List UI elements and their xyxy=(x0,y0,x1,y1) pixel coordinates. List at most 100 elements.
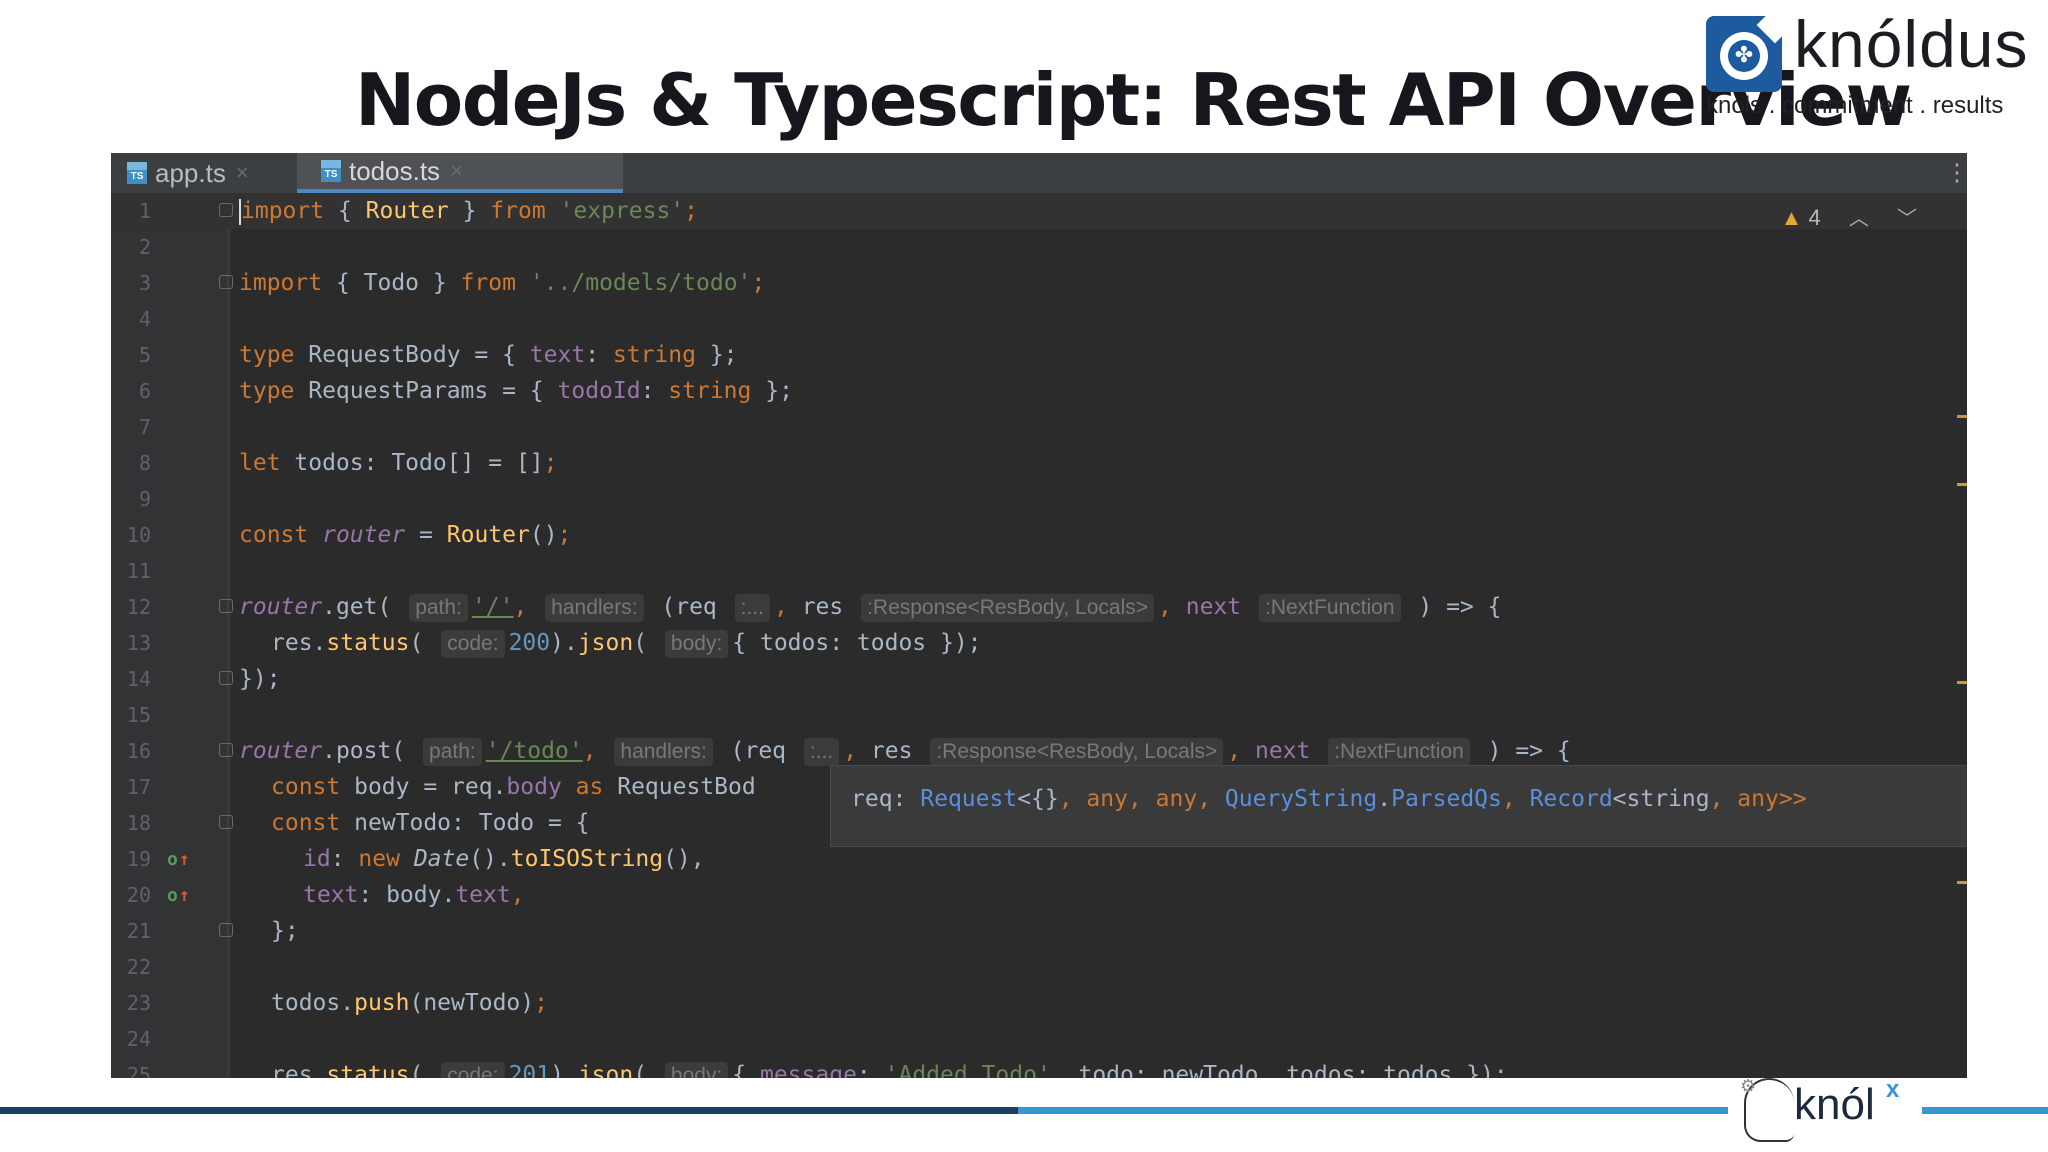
knoldus-logo: ✤ knóldus knols . commitment . results xyxy=(1706,6,2036,124)
editor-tab-bar: TS app.ts × TS todos.ts × · · · xyxy=(111,153,1967,193)
code-line: 10 const router = Router(); xyxy=(111,517,1967,553)
code-line: 21 }; xyxy=(111,913,1967,949)
footer-divider xyxy=(0,1107,1018,1114)
knolx-name: knól xyxy=(1794,1080,1875,1129)
code-text: res.status( code: 201).json( body:{ messa… xyxy=(271,1057,1508,1078)
slide-title: NodeJs & Typescript: Rest API Overview xyxy=(355,58,1912,142)
line-number: 5 xyxy=(138,343,151,367)
code-text: router.get( path: '/', handlers: (req :..… xyxy=(239,594,1502,622)
knolx-logo: ⚙ knól x xyxy=(1738,1076,1918,1146)
chevron-down-icon[interactable]: ﹀ xyxy=(1897,208,1917,230)
code-line: 6 type RequestParams = { todoId: string … xyxy=(111,373,1967,409)
logo-name: knóldus xyxy=(1794,7,2029,81)
line-number: 2 xyxy=(138,235,151,259)
line-number: 24 xyxy=(126,1027,151,1051)
line-number: 8 xyxy=(138,451,151,475)
code-line: 23 todos.push(newTodo); xyxy=(111,985,1967,1021)
code-text: const router = Router(); xyxy=(239,522,572,548)
code-text: let todos: Todo[] = []; xyxy=(239,450,558,476)
more-vertical-icon[interactable]: · · · xyxy=(1951,155,1963,191)
code-line: 8 let todos: Todo[] = []; xyxy=(111,445,1967,481)
code-line: 11 xyxy=(111,553,1967,589)
close-icon[interactable]: × xyxy=(236,160,249,186)
close-icon[interactable]: × xyxy=(450,158,463,184)
line-number: 6 xyxy=(138,379,151,403)
code-line: 3 import { Todo } from '../models/todo'; xyxy=(111,265,1967,301)
line-number: 16 xyxy=(126,739,151,763)
fold-icon[interactable] xyxy=(219,203,233,217)
code-line: 5 type RequestBody = { text: string }; xyxy=(111,337,1967,373)
tab-todos-ts[interactable]: TS todos.ts × xyxy=(297,153,623,193)
typescript-file-icon: TS xyxy=(127,162,147,184)
gear-icon: ⚙ xyxy=(1740,1076,1757,1097)
line-number: 4 xyxy=(138,307,151,331)
code-text: import { Todo } from '../models/todo'; xyxy=(239,270,766,296)
code-line: 16 router.post( path: '/todo', handlers: … xyxy=(111,733,1967,769)
code-text: import { Router } from 'express'; xyxy=(239,198,699,225)
code-text: id: new Date().toISOString(), xyxy=(303,846,705,872)
code-text: text: body.text, xyxy=(303,882,525,908)
line-number: 14 xyxy=(126,667,151,691)
line-number: 21 xyxy=(126,919,151,943)
line-number: 20 xyxy=(126,883,151,907)
code-line: 24 xyxy=(111,1021,1967,1057)
line-number: 23 xyxy=(126,991,151,1015)
code-line: 4 xyxy=(111,301,1967,337)
line-number: 19 xyxy=(126,847,151,871)
footer-divider xyxy=(1018,1107,1728,1114)
footer-divider xyxy=(1922,1107,2048,1114)
tab-app-ts[interactable]: TS app.ts × xyxy=(127,153,307,193)
code-text: }); xyxy=(239,666,281,692)
knolx-superscript: x xyxy=(1886,1076,1900,1103)
code-text: router.post( path: '/todo', handlers: (re… xyxy=(239,738,1571,766)
logo-tagline: knols . commitment . results xyxy=(1706,92,2004,119)
code-line: 12 router.get( path: '/', handlers: (req … xyxy=(111,589,1967,625)
error-stripe-marker[interactable] xyxy=(1957,881,1967,884)
line-number: 1 xyxy=(138,199,151,223)
warning-icon: ▲ xyxy=(1780,205,1803,230)
typescript-file-icon: TS xyxy=(321,160,341,182)
code-line: 7 xyxy=(111,409,1967,445)
error-stripe-marker[interactable] xyxy=(1957,483,1967,486)
code-editor[interactable]: TS app.ts × TS todos.ts × · · · 1 import {… xyxy=(111,153,1967,1078)
code-text: type RequestParams = { todoId: string }; xyxy=(239,378,793,404)
error-stripe-marker[interactable] xyxy=(1957,681,1967,684)
line-number: 9 xyxy=(138,487,151,511)
code-line: 22 xyxy=(111,949,1967,985)
tab-label: app.ts xyxy=(155,157,226,188)
fold-icon[interactable] xyxy=(219,743,233,757)
warning-count: 4 xyxy=(1808,205,1821,230)
code-text: const newTodo: Todo = { xyxy=(271,810,590,836)
tab-label: todos.ts xyxy=(349,155,441,186)
code-line: 13 res.status( code: 200).json( body:{ to… xyxy=(111,625,1967,661)
fold-icon[interactable] xyxy=(219,275,233,289)
line-number: 15 xyxy=(126,703,151,727)
code-text: const body = req.body as RequestBod xyxy=(271,774,756,800)
line-number: 7 xyxy=(138,415,151,439)
code-text: }; xyxy=(271,918,299,944)
error-stripe-marker[interactable] xyxy=(1957,415,1967,418)
line-number: 10 xyxy=(126,523,151,547)
fold-icon[interactable] xyxy=(219,923,233,937)
line-number: 13 xyxy=(126,631,151,655)
chevron-up-icon[interactable]: ︿ xyxy=(1849,208,1869,230)
line-number: 12 xyxy=(126,595,151,619)
line-number: 25 xyxy=(126,1063,151,1078)
code-text: res.status( code: 200).json( body:{ todos… xyxy=(271,630,982,658)
code-line: 1 import { Router } from 'express'; xyxy=(111,193,1967,229)
code-text: type RequestBody = { text: string }; xyxy=(239,342,738,368)
code-line: 25 res.status( code: 201).json( body:{ me… xyxy=(111,1057,1967,1078)
fold-icon[interactable] xyxy=(219,599,233,613)
inspection-widget[interactable]: ▲ 4 ︿ ﹀ xyxy=(1781,202,1917,231)
override-gutter-icon[interactable]: o↑ xyxy=(167,885,190,906)
parameter-info-tooltip: req: Request<{}, any, any, QueryString.P… xyxy=(830,765,1967,847)
code-area[interactable]: 1 import { Router } from 'express'; 2 3 … xyxy=(111,193,1967,1078)
line-number: 11 xyxy=(126,559,151,583)
code-line: 9 xyxy=(111,481,1967,517)
override-gutter-icon[interactable]: o↑ xyxy=(167,849,190,870)
fold-icon[interactable] xyxy=(219,815,233,829)
line-number: 22 xyxy=(126,955,151,979)
line-number: 3 xyxy=(138,271,151,295)
code-text: todos.push(newTodo); xyxy=(271,990,548,1016)
fold-icon[interactable] xyxy=(219,671,233,685)
